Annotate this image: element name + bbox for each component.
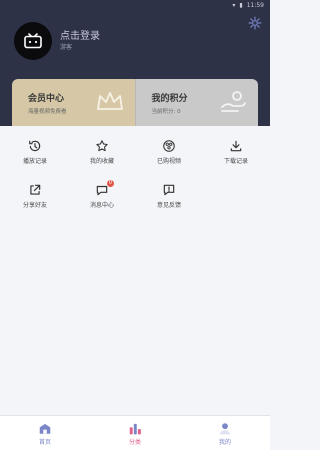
share-icon xyxy=(30,184,41,195)
member-center-card[interactable]: 会员中心 海量视频免费看 xyxy=(12,79,135,126)
my-points-title: 我的积分 xyxy=(151,94,188,104)
menu-item-purchased-videos[interactable]: 已购视频 xyxy=(136,131,202,171)
my-points-card[interactable]: 我的积分 当前积分: 0 xyxy=(134,79,258,126)
status-time: 11:59 xyxy=(246,2,264,9)
bottom-tab-bar: 首页 分类 我的 xyxy=(0,415,270,450)
menu-label: 下载记录 xyxy=(223,158,248,165)
tab-label: 首页 xyxy=(38,439,51,446)
home-icon xyxy=(39,423,51,434)
member-center-subtitle: 海量视频免费看 xyxy=(28,109,67,115)
tab-mine[interactable]: 我的 xyxy=(180,416,270,450)
feedback-icon xyxy=(163,184,175,196)
settings-gear-icon[interactable] xyxy=(248,16,262,30)
points-hand-icon xyxy=(221,91,246,112)
history-icon xyxy=(29,140,41,152)
status-bar: ▾ ▮ 11:59 xyxy=(0,0,270,12)
wifi-icon: ▾ xyxy=(232,2,236,9)
cards-row: 会员中心 海量视频免费看 我的积分 当前积分: 0 xyxy=(12,79,258,126)
menu-label: 消息中心 xyxy=(89,202,114,209)
menu-item-share[interactable]: 分享好友 xyxy=(2,175,68,215)
user-icon xyxy=(219,423,231,435)
login-link[interactable]: 点击登录 xyxy=(60,27,100,42)
menu-label: 分享好友 xyxy=(22,202,47,209)
tab-category[interactable]: 分类 xyxy=(90,416,180,450)
crown-icon xyxy=(96,92,123,110)
avatar[interactable] xyxy=(14,22,52,60)
download-icon xyxy=(230,140,242,152)
star-icon xyxy=(96,140,108,152)
tab-label: 分类 xyxy=(128,439,141,446)
profile-header: ▾ ▮ 11:59 点击登录 游客 会员中心 海量视频免费看 我的积分 当前积分… xyxy=(0,0,270,126)
menu-item-messages[interactable]: 0 消息中心 xyxy=(69,175,135,215)
message-badge: 0 xyxy=(107,180,114,187)
my-points-subtitle: 当前积分: 0 xyxy=(151,109,181,115)
purchased-video-icon xyxy=(163,140,175,152)
battery-icon: ▮ xyxy=(239,2,243,9)
menu-label: 播放记录 xyxy=(22,158,47,165)
menu-label: 我的收藏 xyxy=(89,158,114,165)
menu-item-feedback[interactable]: 意见反馈 xyxy=(136,175,202,215)
menu-item-play-history[interactable]: 播放记录 xyxy=(2,131,68,171)
menu-item-favorites[interactable]: 我的收藏 xyxy=(69,131,135,171)
menu-item-downloads[interactable]: 下载记录 xyxy=(203,131,269,171)
menu-label: 已购视频 xyxy=(156,158,181,165)
user-role: 游客 xyxy=(60,44,73,51)
bilibili-tv-icon xyxy=(24,33,42,49)
category-bars-icon xyxy=(129,423,141,435)
tab-home[interactable]: 首页 xyxy=(0,416,90,450)
menu-label: 意见反馈 xyxy=(156,202,181,209)
member-center-title: 会员中心 xyxy=(28,94,65,104)
tab-label: 我的 xyxy=(218,439,231,446)
